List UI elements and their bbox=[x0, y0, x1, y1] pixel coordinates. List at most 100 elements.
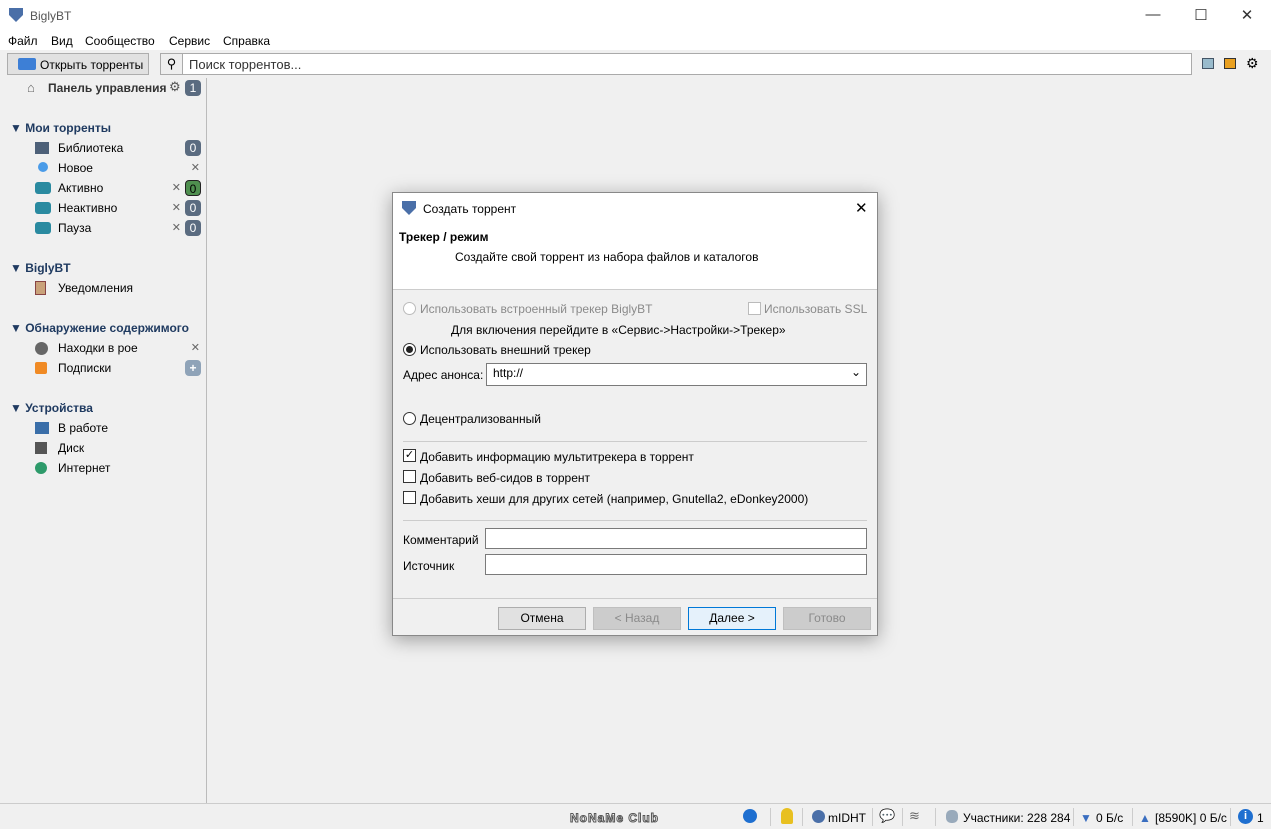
watermark-logo: NoNaMe Club bbox=[570, 811, 659, 826]
count-badge: 0 bbox=[185, 180, 201, 196]
comment-label: Комментарий bbox=[403, 533, 479, 547]
sidebar-item-inactive[interactable]: Неактивно ✕ 0 bbox=[0, 198, 206, 218]
count-badge: 0 bbox=[185, 140, 201, 156]
tiles-icon[interactable] bbox=[1202, 58, 1214, 69]
external-tracker-label: Использовать внешний трекер bbox=[420, 343, 591, 357]
step-description: Создайте свой торрент из набора файлов и… bbox=[455, 250, 759, 264]
sidebar-item-label: Подписки bbox=[58, 361, 112, 375]
gear-icon[interactable]: ⚙ bbox=[1246, 55, 1259, 72]
add-subscription-button[interactable]: + bbox=[185, 360, 201, 376]
network-icon[interactable]: ≋ bbox=[909, 808, 920, 824]
menu-tools[interactable]: Сервис bbox=[169, 34, 210, 48]
upload-speed[interactable]: [8590K] 0 Б/с bbox=[1155, 811, 1227, 825]
notifications-icon bbox=[35, 281, 46, 295]
sidebar-item-label: Интернет bbox=[58, 461, 111, 475]
sidebar-item-library[interactable]: Библиотека 0 bbox=[0, 138, 206, 158]
sidebar-item-notifications[interactable]: Уведомления bbox=[0, 278, 206, 298]
sidebar-item-label: Активно bbox=[58, 181, 104, 195]
close-button[interactable]: ✕ bbox=[1237, 6, 1257, 26]
toolbar: Открыть торренты ⚲ ⚙ bbox=[0, 50, 1271, 78]
chevron-down-icon[interactable]: ⌄ bbox=[851, 365, 861, 379]
search-box: ⚲ bbox=[160, 53, 1192, 75]
download-speed[interactable]: 0 Б/с bbox=[1096, 811, 1123, 825]
search-input[interactable] bbox=[189, 56, 1179, 72]
webseeds-checkbox[interactable] bbox=[403, 470, 416, 483]
sidebar-item-in-progress[interactable]: В работе bbox=[0, 418, 206, 438]
divider bbox=[403, 441, 867, 442]
dot-icon bbox=[38, 162, 48, 172]
swarm-icon bbox=[35, 342, 48, 355]
search-icon[interactable]: ⚲ bbox=[161, 54, 183, 74]
sidebar-item-label: Уведомления bbox=[58, 281, 134, 295]
decentralized-radio[interactable] bbox=[403, 412, 416, 425]
info-icon[interactable] bbox=[743, 809, 757, 823]
tag-icon bbox=[35, 222, 51, 234]
upload-arrow-icon: ▲ bbox=[1139, 811, 1151, 825]
announce-url-value: http:// bbox=[493, 366, 524, 380]
open-torrents-button[interactable]: Открыть торренты bbox=[7, 53, 149, 75]
close-icon[interactable]: ✕ bbox=[191, 341, 200, 354]
count-badge: 1 bbox=[185, 80, 201, 96]
sidebar-item-internet[interactable]: Интернет bbox=[0, 458, 206, 478]
external-tracker-radio[interactable] bbox=[403, 343, 416, 356]
sidebar-item-subscriptions[interactable]: Подписки + bbox=[0, 358, 206, 378]
download-arrow-icon: ▼ bbox=[1080, 811, 1092, 825]
close-icon[interactable]: ✕ bbox=[172, 201, 181, 214]
sidebar-item-dashboard[interactable]: ⌂ Панель управления ⚙ 1 bbox=[0, 78, 206, 98]
back-button[interactable]: < Назад bbox=[593, 607, 681, 630]
section-title: ▼ Мои торренты bbox=[10, 121, 112, 135]
dht-globe-icon bbox=[812, 810, 825, 823]
close-icon[interactable]: ✕ bbox=[172, 221, 181, 234]
close-icon[interactable]: ✕ bbox=[172, 181, 181, 194]
announce-url-combobox[interactable]: http:// ⌄ bbox=[486, 363, 867, 386]
announce-url-label: Адрес анонса: bbox=[403, 368, 484, 382]
minimize-button[interactable]: — bbox=[1143, 6, 1163, 26]
menu-file[interactable]: Файл bbox=[8, 34, 38, 48]
cancel-button[interactable]: Отмена bbox=[498, 607, 586, 630]
transfer-icon bbox=[35, 422, 49, 434]
other-hashes-label: Добавить хеши для других сетей (например… bbox=[420, 492, 809, 506]
user-icon[interactable] bbox=[781, 808, 793, 824]
section-my-torrents[interactable]: ▼ Мои торренты bbox=[0, 118, 206, 138]
sidebar-item-disk[interactable]: Диск bbox=[0, 438, 206, 458]
dht-status[interactable]: mIDHT bbox=[828, 811, 866, 825]
close-icon[interactable]: ✕ bbox=[191, 161, 200, 174]
status-bar: NoNaMe Club mIDHT 💬 ≋ Участники: 228 284… bbox=[0, 803, 1271, 829]
alerts-info-icon[interactable]: i bbox=[1238, 809, 1253, 824]
count-badge: 0 bbox=[185, 200, 201, 216]
section-content-discovery[interactable]: ▼ Обнаружение содержимого bbox=[0, 318, 206, 338]
comment-input[interactable] bbox=[485, 528, 867, 549]
section-title: ▼ BiglyBT bbox=[10, 261, 71, 275]
settings-icon[interactable]: ⚙ bbox=[169, 79, 181, 95]
dialog-header: Создать торрент ✕ Трекер / режим Создайт… bbox=[393, 193, 877, 290]
step-heading: Трекер / режим bbox=[399, 230, 489, 244]
sidebar-item-label: Пауза bbox=[58, 221, 92, 235]
app-logo-icon bbox=[9, 8, 23, 22]
sidebar-item-active[interactable]: Активно ✕ 0 bbox=[0, 178, 206, 198]
sidebar-item-paused[interactable]: Пауза ✕ 0 bbox=[0, 218, 206, 238]
use-ssl-checkbox[interactable] bbox=[748, 302, 761, 315]
builtin-tracker-radio[interactable] bbox=[403, 302, 416, 315]
multitracker-checkbox[interactable]: ✓ bbox=[403, 449, 416, 462]
section-biglybt[interactable]: ▼ BiglyBT bbox=[0, 258, 206, 278]
next-button[interactable]: Далее > bbox=[688, 607, 776, 630]
source-input[interactable] bbox=[485, 554, 867, 575]
sidebar-item-swarm-discoveries[interactable]: Находки в рое ✕ bbox=[0, 338, 206, 358]
menu-help[interactable]: Справка bbox=[223, 34, 270, 48]
sidebar-item-new[interactable]: Новое ✕ bbox=[0, 158, 206, 178]
finish-button[interactable]: Готово bbox=[783, 607, 871, 630]
chat-icon[interactable]: 💬 bbox=[879, 808, 895, 824]
chart-icon[interactable] bbox=[1224, 58, 1236, 69]
menu-view[interactable]: Вид bbox=[51, 34, 73, 48]
section-devices[interactable]: ▼ Устройства bbox=[0, 398, 206, 418]
dialog-close-button[interactable]: ✕ bbox=[855, 199, 868, 217]
menu-community[interactable]: Сообщество bbox=[85, 34, 155, 48]
rss-icon bbox=[35, 362, 47, 374]
library-icon bbox=[35, 142, 49, 154]
maximize-button[interactable]: ☐ bbox=[1191, 6, 1211, 26]
decentralized-label: Децентрализованный bbox=[420, 412, 541, 426]
sidebar-item-label: Панель управления bbox=[48, 81, 167, 95]
other-hashes-checkbox[interactable] bbox=[403, 491, 416, 504]
sidebar-item-label: Диск bbox=[58, 441, 85, 455]
sidebar-item-label: Находки в рое bbox=[58, 341, 138, 355]
